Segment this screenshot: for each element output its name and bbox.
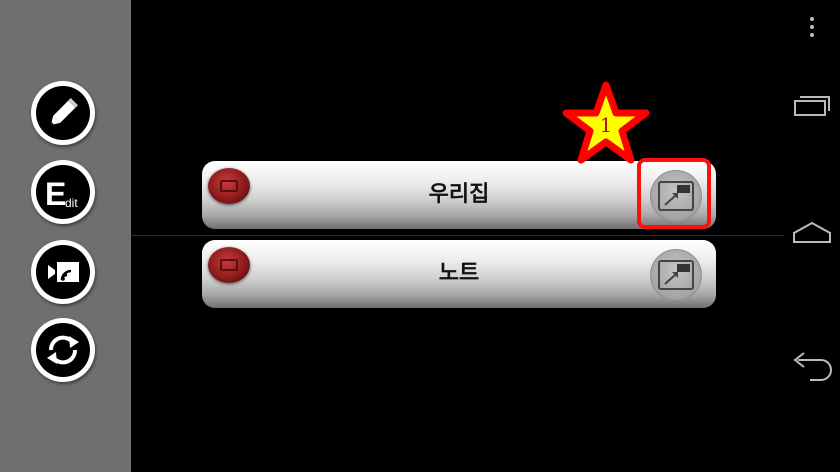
list-item[interactable]: 노트 <box>202 240 716 308</box>
cast-button[interactable] <box>31 240 95 304</box>
recent-apps-icon <box>794 96 830 116</box>
overflow-menu-icon <box>810 17 814 37</box>
item-list-area: 우리집 노트 <box>131 0 784 472</box>
home-button[interactable] <box>784 220 840 246</box>
overflow-menu-button[interactable] <box>784 16 840 40</box>
recent-apps-button[interactable] <box>784 92 840 118</box>
home-icon <box>793 221 831 243</box>
annotation-number: 1 <box>599 113 613 137</box>
edit-button[interactable]: E dit <box>31 160 95 224</box>
sync-icon <box>47 335 79 365</box>
open-window-button[interactable] <box>650 249 702 301</box>
svg-text:E: E <box>45 176 66 212</box>
cast-icon <box>48 262 79 282</box>
pencil-icon <box>50 98 78 126</box>
sync-button[interactable] <box>31 318 95 382</box>
pencil-button[interactable] <box>31 81 95 145</box>
divider <box>131 235 784 236</box>
edit-icon: E dit <box>45 176 78 212</box>
open-window-icon <box>658 260 694 290</box>
sidebar: E dit <box>0 0 131 472</box>
back-button[interactable] <box>784 350 840 382</box>
item-label: 노트 <box>438 261 480 286</box>
android-navbar <box>784 0 840 472</box>
back-icon <box>793 352 832 381</box>
svg-text:dit: dit <box>65 196 78 210</box>
